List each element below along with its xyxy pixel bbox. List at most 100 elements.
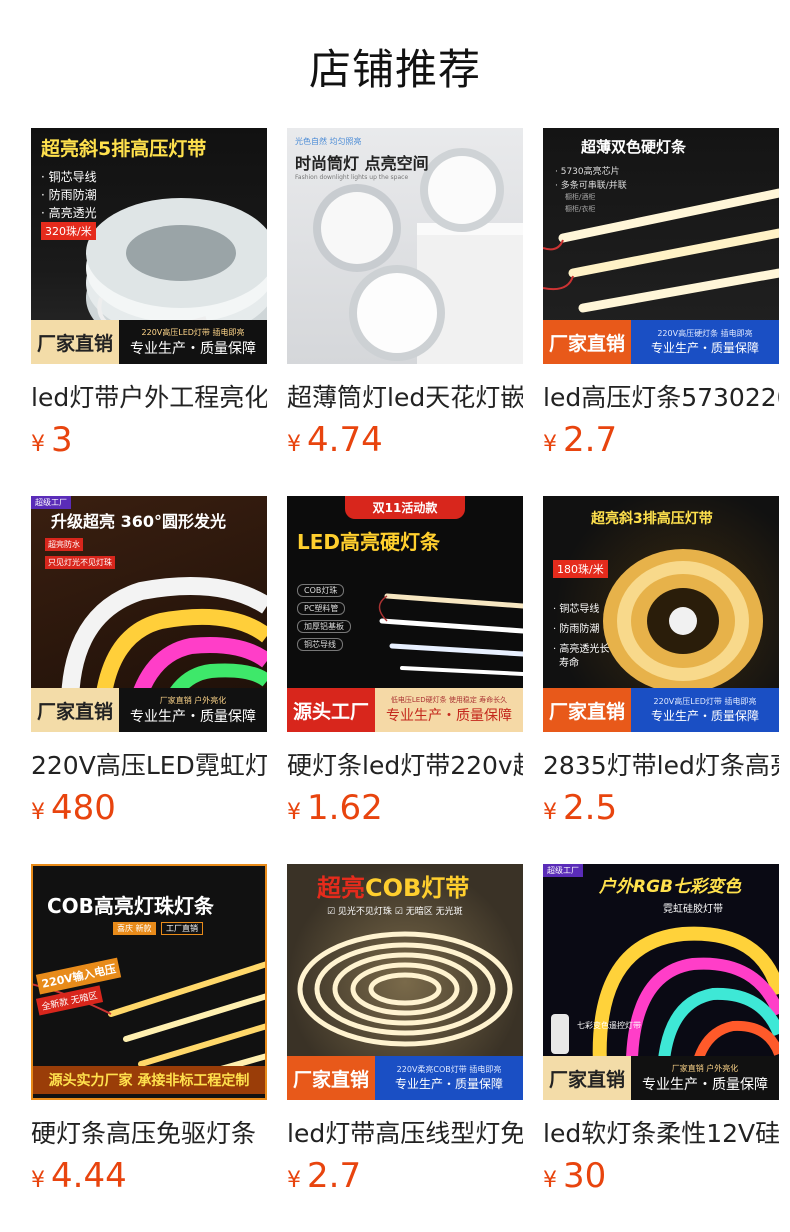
image-tag: 180珠/米 <box>553 560 608 578</box>
image-headline: LED高亮硬灯条 <box>297 530 441 554</box>
bar-left-label: 厂家直销 <box>543 320 631 364</box>
image-bullet: · 防雨防潮 <box>553 624 600 635</box>
bar-main-text: 专业生产・质量保障 <box>130 340 256 357</box>
bar-left-label: 厂家直销 <box>543 1056 631 1100</box>
product-name[interactable]: 2835灯带led灯条高亮 <box>543 746 779 782</box>
product-price: ¥1.62 <box>287 788 383 828</box>
bar-small-text: 220V柔亮COB灯带 插电即亮 <box>396 1065 502 1074</box>
image-bullet: PC塑料管 <box>297 602 346 615</box>
image-headline: COB高亮灯珠灯条 <box>47 894 214 918</box>
product-name[interactable]: 硬灯条高压免驱灯条 <box>31 1114 267 1150</box>
product-image[interactable]: 双11活动款 LED高亮硬灯条 COB灯珠 PC塑料管 加厚铝基板 铜芯导线 源… <box>287 496 523 732</box>
bar-main-text: 专业生产・质量保障 <box>130 708 256 725</box>
bar-small-text: 厂家直销 户外亮化 <box>159 695 227 705</box>
image-bullet: · 多条可串联/并联 <box>555 181 627 191</box>
product-name[interactable]: 硬灯条led灯带220v超 <box>287 746 523 782</box>
image-bullet: · 高亮透光长 <box>553 644 610 655</box>
product-price: ¥2.7 <box>287 1156 361 1196</box>
bar-main-text: 专业生产・质量保障 <box>642 1076 768 1093</box>
product-image[interactable]: 超亮COB灯带 ☑ 见光不见灯珠 ☑ 无暗区 无光斑 厂家直销 220V柔亮CO… <box>287 864 523 1100</box>
product-price: ¥4.44 <box>31 1156 127 1196</box>
price-value: 2.7 <box>563 420 618 460</box>
price-value: 480 <box>51 788 116 828</box>
bar-main-text: 专业生产・质量保障 <box>650 709 759 723</box>
product-price: ¥3 <box>31 420 73 460</box>
product-image[interactable]: 超级工厂 升级超亮 360°圆形发光 超亮防水 只见灯光不见灯珠 厂家直销 厂家… <box>31 496 267 732</box>
bar-left-label: 厂家直销 <box>31 688 119 732</box>
bar-left-label: 厂家直销 <box>287 1056 375 1100</box>
bar-main-text: 专业生产・质量保障 <box>394 1077 503 1091</box>
image-footer-bar: 厂家直销 厂家直销 户外亮化 专业生产・质量保障 <box>31 688 267 732</box>
currency-symbol: ¥ <box>31 1168 45 1193</box>
product-image[interactable]: 光色自然 均匀照亮 时尚筒灯 点亮空间 Fashion downlight li… <box>287 128 523 364</box>
product-name[interactable]: led灯带高压线型灯免 <box>287 1114 523 1150</box>
image-banner: 源头实力厂家 承接非标工程定制 <box>33 1066 265 1094</box>
image-bullet: · 5730高亮芯片 <box>555 167 620 177</box>
currency-symbol: ¥ <box>287 432 301 457</box>
image-headline: 超薄双色硬灯条 <box>581 138 687 156</box>
product-price: ¥30 <box>543 1156 606 1196</box>
product-image[interactable]: 超亮斜3排高压灯带 180珠/米 · 铜芯导线 · 防雨防潮 · 高亮透光长 寿… <box>543 496 779 732</box>
bar-small-text: 220V高压LED灯带 插电即亮 <box>141 327 245 337</box>
currency-symbol: ¥ <box>31 432 45 457</box>
image-bullet: · 铜芯导线 <box>553 604 600 615</box>
image-chip: 工厂直销 <box>161 922 203 935</box>
headline-part-b: COB灯带 <box>365 874 470 902</box>
currency-symbol: ¥ <box>543 1168 557 1193</box>
image-bullet: · 铜芯导线 <box>41 170 97 184</box>
image-bullet: 寿命 <box>559 658 579 669</box>
price-value: 1.62 <box>307 788 383 828</box>
product-price: ¥4.74 <box>287 420 383 460</box>
product-image[interactable]: 超亮斜5排高压灯带 · 铜芯导线 · 防雨防潮 · 高亮透光 320珠/米 厂家… <box>31 128 267 364</box>
product-name[interactable]: led高压灯条5730220 <box>543 378 779 414</box>
price-value: 2.5 <box>563 788 618 828</box>
image-bullet: · 防雨防潮 <box>41 188 97 202</box>
image-subtitle: 霓虹硅胶灯带 <box>663 904 723 915</box>
image-bullet: · 高亮透光 <box>41 206 97 220</box>
image-subtitle: ☑ 见光不见灯珠 ☑ 无暗区 无光斑 <box>327 907 463 917</box>
bar-main-text: 专业生产・质量保障 <box>386 708 512 724</box>
image-footer-bar: 厂家直销 220V柔亮COB灯带 插电即亮 专业生产・质量保障 <box>287 1056 523 1100</box>
price-value: 30 <box>563 1156 607 1196</box>
bar-small-text: 厂家直销 户外亮化 <box>671 1063 739 1073</box>
image-footer-bar: 厂家直销 厂家直销 户外亮化 专业生产・质量保障 <box>543 1056 779 1100</box>
image-bullet: 加厚铝基板 <box>297 620 351 633</box>
image-headline: 超亮斜5排高压灯带 <box>41 138 207 160</box>
image-headline: 时尚筒灯 点亮空间 <box>295 154 429 173</box>
image-bullet: COB灯珠 <box>297 584 345 597</box>
price-value: 2.7 <box>307 1156 362 1196</box>
image-footer-bar: 厂家直销 220V高压硬灯条 插电即亮 专业生产・质量保障 <box>543 320 779 364</box>
headline-part-a: 超亮 <box>317 874 365 902</box>
currency-symbol: ¥ <box>287 800 301 825</box>
image-footer-bar: 源头工厂 低电压LED硬灯条 使用稳定 寿命长久 专业生产・质量保障 <box>287 688 523 732</box>
price-value: 4.44 <box>51 1156 127 1196</box>
image-tag: 320珠/米 <box>41 222 96 240</box>
image-headline: 超亮斜3排高压灯带 <box>591 511 713 527</box>
bar-left-label: 厂家直销 <box>543 688 631 732</box>
page-title: 店铺推荐 <box>308 45 481 94</box>
image-bullet: 橱柜/酒柜 <box>565 193 596 201</box>
product-name[interactable]: led灯带户外工程亮化 <box>31 378 267 414</box>
product-name[interactable]: 超薄筒灯led天花灯嵌 <box>287 378 523 414</box>
product-price: ¥2.7 <box>543 420 617 460</box>
image-subtitle: Fashion downlight lights up the space <box>295 174 409 181</box>
product-image[interactable]: COB高亮灯珠灯条 喜庆 新款 工厂直销 220V输入电压 全新款 无暗区 源头… <box>31 864 267 1100</box>
product-image[interactable]: 超级工厂 户外RGB七彩变色 霓虹硅胶灯带 七彩变色遥控灯带 厂家直销 厂家直销… <box>543 864 779 1100</box>
image-bullet: 铜芯导线 <box>297 638 343 651</box>
bar-small-text: 220V高压LED灯带 插电即亮 <box>653 697 757 706</box>
image-chip: 喜庆 新款 <box>113 922 156 935</box>
product-name[interactable]: 220V高压LED霓虹灯 <box>31 746 267 782</box>
factory-badge: 超级工厂 <box>543 864 583 877</box>
image-footer-bar: 厂家直销 220V高压LED灯带 插电即亮 专业生产・质量保障 <box>31 320 267 364</box>
product-image[interactable]: 超薄双色硬灯条 · 5730高亮芯片 · 多条可串联/并联 橱柜/酒柜 橱柜/衣… <box>543 128 779 364</box>
bar-small-text: 低电压LED硬灯条 使用稳定 寿命长久 <box>390 696 508 704</box>
product-price: ¥480 <box>31 788 116 828</box>
bar-main-text: 专业生产・质量保障 <box>650 341 759 355</box>
remote-caption: 七彩变色遥控灯带 <box>577 1021 641 1030</box>
price-value: 4.74 <box>307 420 383 460</box>
image-bullet: 橱柜/衣柜 <box>565 205 596 213</box>
image-headline: 升级超亮 360°圆形发光 <box>51 512 226 531</box>
image-tag: 超亮防水 <box>45 538 83 551</box>
product-name[interactable]: led软灯条柔性12V硅 <box>543 1114 779 1150</box>
currency-symbol: ¥ <box>543 800 557 825</box>
